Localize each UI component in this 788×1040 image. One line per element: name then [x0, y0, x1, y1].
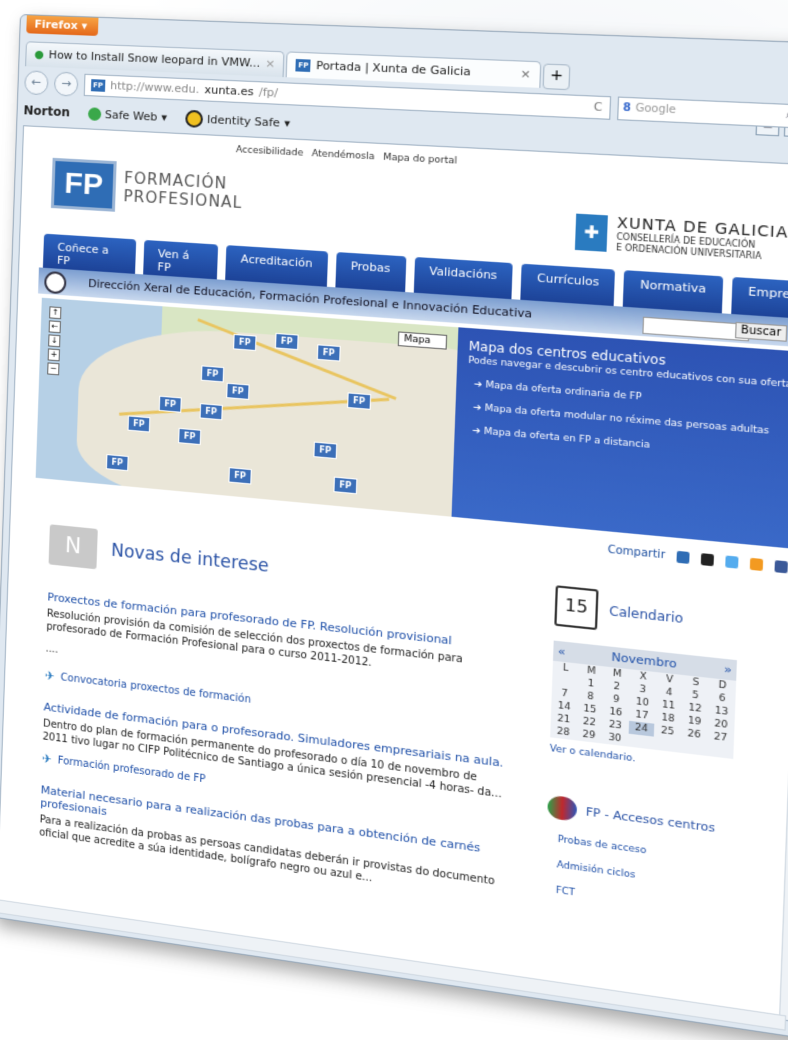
access-links: Probas de acceso Admisión ciclos FCT — [556, 834, 753, 922]
share-bar: Compartir — [608, 544, 788, 573]
safe-web-button[interactable]: Safe Web ▾ — [88, 107, 168, 124]
browser-stage: Firefox ▾ ● How to Install Snow leopard … — [0, 14, 788, 1037]
url-domain: xunta.es — [204, 80, 254, 103]
map-pin[interactable]: FP — [200, 403, 223, 420]
fp-favicon-icon: FP — [296, 59, 311, 72]
facebook-icon[interactable] — [774, 560, 787, 573]
map-pin[interactable]: FP — [275, 333, 299, 350]
zoom-out-icon[interactable]: − — [47, 362, 59, 375]
delicious-icon[interactable] — [701, 553, 714, 566]
next-month-icon[interactable]: » — [724, 662, 732, 677]
news-section: N Novas de interese Proxectos de formaci… — [39, 524, 512, 911]
norton-logo[interactable]: Norton — [23, 103, 70, 119]
site-map-link[interactable]: Mapa do portal — [383, 152, 457, 166]
identity-safe-button[interactable]: Identity Safe ▾ — [185, 109, 290, 131]
close-tab-icon[interactable]: × — [265, 52, 276, 77]
zoom-in-icon[interactable]: + — [48, 348, 60, 361]
people-icon — [547, 795, 577, 822]
new-tab-button[interactable]: + — [543, 63, 571, 90]
back-icon[interactable]: ← — [24, 70, 49, 95]
xunta-logo[interactable]: ✚ XUNTA DE GALICIA CONSELLERÍA DE EDUCAC… — [575, 213, 788, 264]
close-tab-icon[interactable]: × — [520, 62, 531, 88]
access-heading: FP - Accesos centros — [586, 804, 716, 834]
map-pin[interactable]: FP — [159, 396, 182, 413]
news-icon: N — [49, 524, 98, 569]
news-heading: Novas de interese — [111, 541, 269, 577]
map-pin[interactable]: FP — [333, 477, 357, 495]
rss-icon[interactable] — [750, 558, 763, 571]
tab-label: Portada | Xunta de Galicia — [316, 54, 472, 85]
calendar-day[interactable]: 28 — [550, 725, 576, 741]
access-section: FP - Accesos centros Probas de acceso Ad… — [544, 795, 754, 923]
calendar-day — [654, 737, 681, 753]
url-path: /fp/ — [258, 82, 278, 103]
blog-icon[interactable] — [676, 551, 689, 564]
map-pin[interactable]: FP — [178, 428, 201, 445]
search-field[interactable]: 8 Google ⌕ — [617, 97, 788, 129]
map-pin[interactable]: FP — [317, 344, 341, 361]
calendar-day — [628, 734, 655, 750]
map-pin[interactable]: FP — [106, 454, 129, 471]
google-icon: 8 — [623, 98, 632, 120]
calendar-header: 15 Calendario — [554, 585, 762, 647]
top-links: Accesibilidade Atendémosla Mapa do porta… — [236, 145, 457, 167]
accessibility-link[interactable]: Accesibilidade — [236, 145, 304, 159]
calendar-day — [707, 743, 734, 759]
pan-down-icon[interactable]: ↓ — [48, 334, 60, 347]
pan-up-icon[interactable]: ↑ — [49, 306, 61, 319]
prev-month-icon[interactable]: « — [558, 644, 566, 659]
map-pin[interactable]: FP — [228, 467, 251, 484]
search-placeholder: Google — [635, 98, 676, 121]
globe-icon: ● — [34, 43, 44, 67]
site-search-input[interactable] — [642, 317, 749, 342]
map-pin[interactable]: FP — [313, 442, 337, 460]
calendar-heading: Calendario — [609, 604, 684, 627]
map-info-panel: Mapa dos centros educativos Podes navega… — [452, 327, 788, 550]
twitter-icon[interactable] — [725, 555, 738, 568]
calendar-day — [680, 740, 707, 756]
fp-logo[interactable]: FP FORMACIÓN PROFESIONAL — [51, 158, 244, 220]
support-link[interactable]: Atendémosla — [312, 149, 375, 163]
reload-icon[interactable]: C — [593, 97, 602, 119]
xunta-emblem-icon: ✚ — [575, 214, 608, 252]
map-pin[interactable]: FP — [233, 334, 256, 351]
calendar-day[interactable]: 30 — [602, 731, 628, 747]
fp-favicon-icon: FP — [91, 79, 105, 92]
map-pin[interactable]: FP — [226, 383, 249, 400]
map-links: Mapa da oferta ordinaria de FP Mapa da o… — [472, 379, 788, 465]
identity-safe-label: Identity Safe — [207, 112, 280, 129]
identity-safe-icon — [185, 109, 203, 127]
calendar-day[interactable]: 29 — [576, 728, 602, 744]
browser-window: Firefox ▾ ● How to Install Snow leopard … — [0, 14, 788, 1040]
calendar-widget: « Novembro » L M M X V S D 1 2 3 4 5 6 7 8 9 10 11 12 13 14 1… — [550, 641, 737, 759]
firefox-menu-label: Firefox — [34, 18, 78, 33]
map-controls: ↑ ← ↓ + − — [47, 306, 61, 375]
safe-web-label: Safe Web — [105, 108, 158, 124]
forward-icon[interactable]: → — [54, 72, 79, 97]
fp-logo-mark: FP — [51, 158, 117, 212]
map-pin[interactable]: FP — [347, 392, 371, 410]
xunta-text: XUNTA DE GALICIA CONSELLERÍA DE EDUCACIÓ… — [616, 215, 788, 264]
safe-web-icon — [88, 107, 101, 121]
page-viewport: Accesibilidade Atendémosla Mapa do porta… — [0, 125, 788, 1022]
share-label: Compartir — [608, 544, 666, 561]
compass-icon — [44, 271, 67, 295]
pan-left-icon[interactable]: ← — [49, 320, 61, 333]
url-prefix: http://www.edu. — [110, 76, 200, 100]
firefox-menu-button[interactable]: Firefox ▾ — [26, 15, 98, 36]
calendar-icon: 15 — [554, 585, 598, 630]
map-pin[interactable]: FP — [128, 415, 151, 432]
map-pin[interactable]: FP — [201, 365, 224, 382]
fp-logo-text: FORMACIÓN PROFESIONAL — [123, 169, 243, 212]
sidebar: 15 Calendario « Novembro » LMMXVSD123456… — [544, 585, 763, 938]
centers-map[interactable]: FP FP FP FP FP FP FP FP FP FP FP FP FP F… — [36, 298, 459, 517]
